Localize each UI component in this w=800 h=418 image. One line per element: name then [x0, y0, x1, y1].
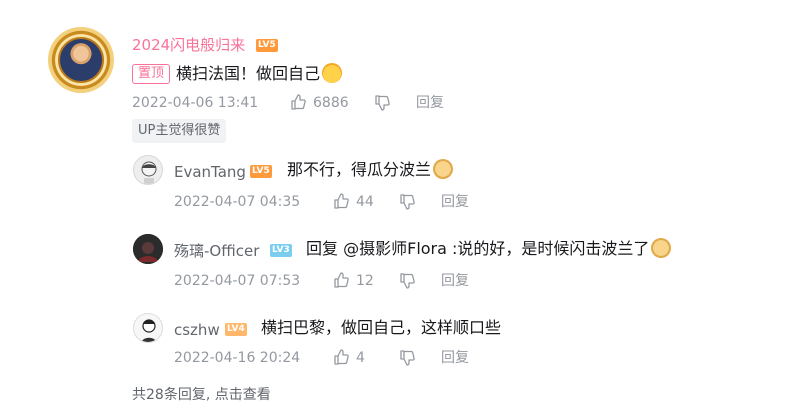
reply-text: 回复 @摄影师Flora :说的好，是时候闪击波兰了 [306, 238, 672, 260]
mention-link[interactable]: @摄影师Flora [343, 239, 447, 258]
doge-emoji-icon [651, 238, 672, 258]
reply-text: 那不行，得瓜分波兰 [287, 159, 454, 181]
main-comment-username[interactable]: 2024闪电般归来 [132, 36, 245, 54]
reply-button[interactable]: 回复 [441, 349, 469, 367]
reply-button[interactable]: 回复 [441, 193, 469, 211]
reply-date: 2022-04-07 07:53 [174, 273, 301, 289]
reply-date: 2022-04-16 20:24 [174, 350, 301, 366]
main-comment-text: 横扫法国！做回自己 [176, 63, 343, 85]
like-count: 44 [356, 194, 374, 210]
like-icon[interactable] [333, 349, 349, 365]
reply-button[interactable]: 回复 [441, 272, 469, 290]
reply-avatar[interactable] [133, 155, 163, 185]
reply-avatar[interactable] [133, 234, 163, 264]
reply-button[interactable]: 回复 [416, 94, 444, 112]
pinned-tag: 置顶 [132, 64, 171, 84]
like-count: 12 [356, 273, 374, 289]
view-all-replies-link[interactable]: 共28条回复, 点击查看 [132, 384, 271, 404]
reply-username[interactable]: 殇璃-Officer [174, 242, 259, 260]
up-liked-badge: UP主觉得很赞 [132, 119, 227, 143]
avatar-image [58, 37, 104, 83]
level-badge: LV5 [256, 39, 278, 52]
reply-avatar[interactable] [133, 313, 163, 343]
comment-text: 横扫法国！做回自己 [176, 64, 321, 83]
comment-text: 横扫巴黎，做回自己，这样顺口些 [261, 318, 502, 337]
like-icon[interactable] [333, 193, 349, 209]
reply-prefix: 回复 [306, 239, 339, 258]
like-icon[interactable] [290, 94, 306, 110]
reply-username[interactable]: cszhw [174, 321, 220, 339]
reply-date: 2022-04-07 04:35 [174, 194, 301, 210]
dislike-icon[interactable] [399, 350, 415, 366]
dislike-icon[interactable] [374, 95, 390, 111]
level-badge: LV3 [270, 244, 292, 257]
reply-username[interactable]: EvanTang [174, 163, 246, 181]
level-badge: LV5 [250, 165, 272, 178]
level-badge: LV4 [225, 323, 247, 336]
like-icon[interactable] [333, 272, 349, 288]
reply-text: 横扫巴黎，做回自己，这样顺口些 [261, 317, 501, 339]
dislike-icon[interactable] [399, 194, 415, 210]
comment-text: 那不行，得瓜分波兰 [287, 160, 432, 179]
like-count: 4 [356, 350, 365, 366]
doge-emoji-icon [433, 159, 454, 179]
main-comment-avatar[interactable] [48, 27, 114, 93]
main-comment-date: 2022-04-06 13:41 [132, 95, 259, 111]
like-count: 6886 [313, 95, 349, 111]
comment-text: :说的好，是时候闪击波兰了 [452, 239, 650, 258]
shocked-face-emoji-icon [322, 63, 343, 83]
dislike-icon[interactable] [399, 273, 415, 289]
